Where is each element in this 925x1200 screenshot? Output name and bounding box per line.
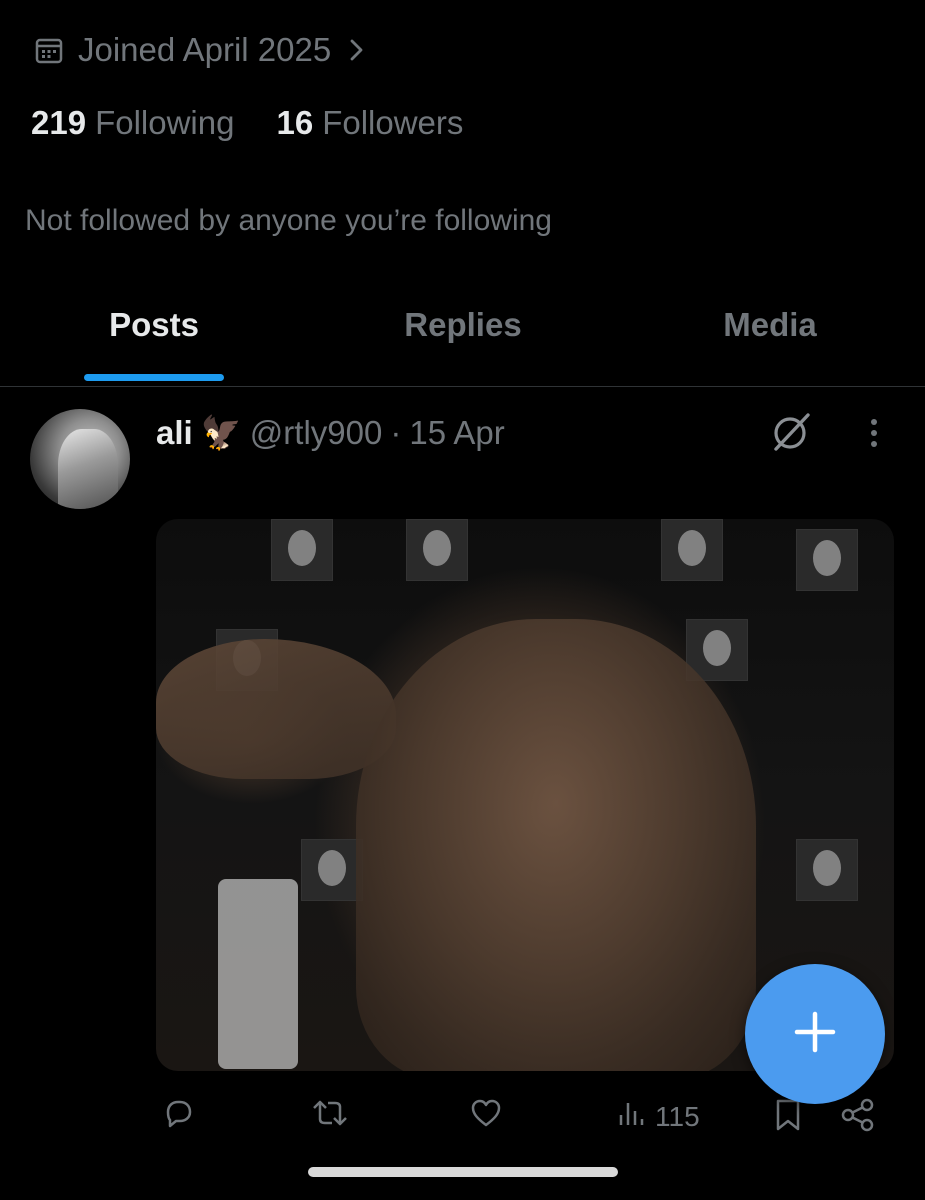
home-indicator[interactable] xyxy=(308,1167,618,1177)
followers-count: 16 xyxy=(276,104,314,141)
repost-icon xyxy=(310,1097,350,1136)
reply-button[interactable] xyxy=(162,1097,194,1136)
follow-stats: 219 Following 16 Followers xyxy=(31,104,463,142)
post-header: ali 🦅 @rtly900 · 15 Apr xyxy=(156,411,505,455)
more-vertical-icon[interactable] xyxy=(862,413,886,458)
plus-icon xyxy=(793,1010,837,1059)
tab-replies[interactable]: Replies xyxy=(383,306,543,344)
chevron-right-icon xyxy=(345,35,369,65)
active-tab-indicator xyxy=(84,374,224,381)
following-link[interactable]: 219 Following xyxy=(31,104,234,142)
author-handle[interactable]: @rtly900 xyxy=(250,414,383,452)
avatar[interactable] xyxy=(30,409,130,509)
like-button[interactable] xyxy=(469,1097,503,1136)
not-followed-note: Not followed by anyone you’re following xyxy=(25,204,552,237)
tab-media[interactable]: Media xyxy=(700,306,840,344)
like-icon xyxy=(469,1097,503,1136)
following-count: 219 xyxy=(31,104,87,141)
followers-link[interactable]: 16 Followers xyxy=(276,104,463,142)
separator-dot: · xyxy=(390,414,402,451)
compose-button[interactable] xyxy=(745,964,885,1104)
eagle-emoji: 🦅 xyxy=(200,413,242,451)
profile-tabs: Posts Replies Media xyxy=(0,290,925,387)
author-name[interactable]: ali xyxy=(156,414,193,452)
grok-icon[interactable] xyxy=(768,409,814,460)
followers-label: Followers xyxy=(322,104,464,141)
joined-label: Joined April 2025 xyxy=(78,31,332,68)
bookmark-icon xyxy=(772,1097,804,1140)
calendar-icon xyxy=(34,35,64,65)
views-icon xyxy=(617,1097,647,1136)
share-icon xyxy=(840,1097,876,1140)
following-label: Following xyxy=(95,104,235,141)
joined-date[interactable]: Joined April 2025 xyxy=(34,28,369,72)
post-date[interactable]: 15 Apr xyxy=(409,414,504,452)
bookmark-button[interactable] xyxy=(772,1097,804,1140)
share-button[interactable] xyxy=(840,1097,876,1140)
views-count: 115 xyxy=(655,1100,700,1132)
reply-icon xyxy=(162,1097,194,1136)
repost-button[interactable] xyxy=(310,1097,350,1136)
views-button[interactable]: 115 xyxy=(617,1097,700,1136)
tab-posts[interactable]: Posts xyxy=(84,306,224,344)
